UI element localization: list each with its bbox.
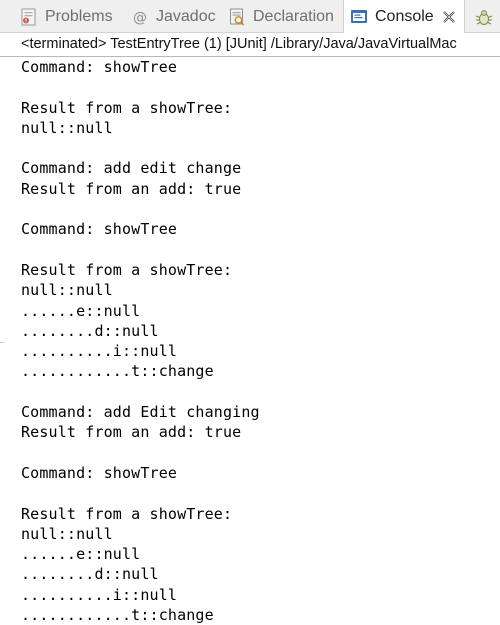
console-line: Result from a showTree: [21,504,233,523]
console-line: Command: add edit change [21,159,242,178]
console-lines: Command: showTree Result from a showTree:… [21,57,260,625]
tab-problems[interactable]: Problems [20,0,113,33]
console-line: ........d::null [21,565,159,584]
at-icon: @ [131,8,149,26]
console-header: <terminated> TestEntryTree (1) [JUnit] /… [0,33,500,57]
console-icon [350,8,368,26]
console-line: ........d::null [21,321,159,340]
problems-icon [20,8,38,26]
tab-debug[interactable] [474,0,499,33]
console-line: ..........i::null [21,585,178,604]
tab-javadoc[interactable]: @ Javadoc [131,0,216,33]
console-line: Command: showTree [21,58,178,76]
console-line: null::null [21,118,113,137]
eclipse-console-view: Problems @ Javadoc Declaration Console <… [0,0,500,625]
console-line: ......e::null [21,545,141,564]
tab-label: Javadoc [156,7,216,25]
tab-label: Declaration [253,7,334,25]
console-line: null::null [21,524,113,543]
console-output[interactable]: Command: showTree Result from a showTree:… [0,57,500,625]
tab-console[interactable]: Console [343,0,465,34]
svg-text:@: @ [133,10,147,26]
console-line: Command: add Edit changing [21,403,260,422]
declaration-icon [228,8,246,26]
left-margin-marker [0,342,4,343]
view-tab-bar: Problems @ Javadoc Declaration Console [0,0,500,34]
console-line: Result from a showTree: [21,260,233,279]
console-line: Result from an add: true [21,423,242,442]
console-line: Command: showTree [21,463,178,482]
console-line: Command: showTree [21,220,178,239]
console-line: ......e::null [21,301,141,320]
close-tab-icon[interactable] [442,10,456,24]
console-line: ............t::change [21,606,214,625]
console-line: null::null [21,281,113,300]
tab-label: Console [375,8,434,25]
console-line: Result from an add: true [21,179,242,198]
debug-bug-icon [474,8,493,26]
tab-label: Problems [45,7,113,25]
console-line: ............t::change [21,362,214,381]
tab-declaration[interactable]: Declaration [228,0,334,33]
console-line: Result from a showTree: [21,98,233,117]
console-line: ..........i::null [21,342,178,361]
